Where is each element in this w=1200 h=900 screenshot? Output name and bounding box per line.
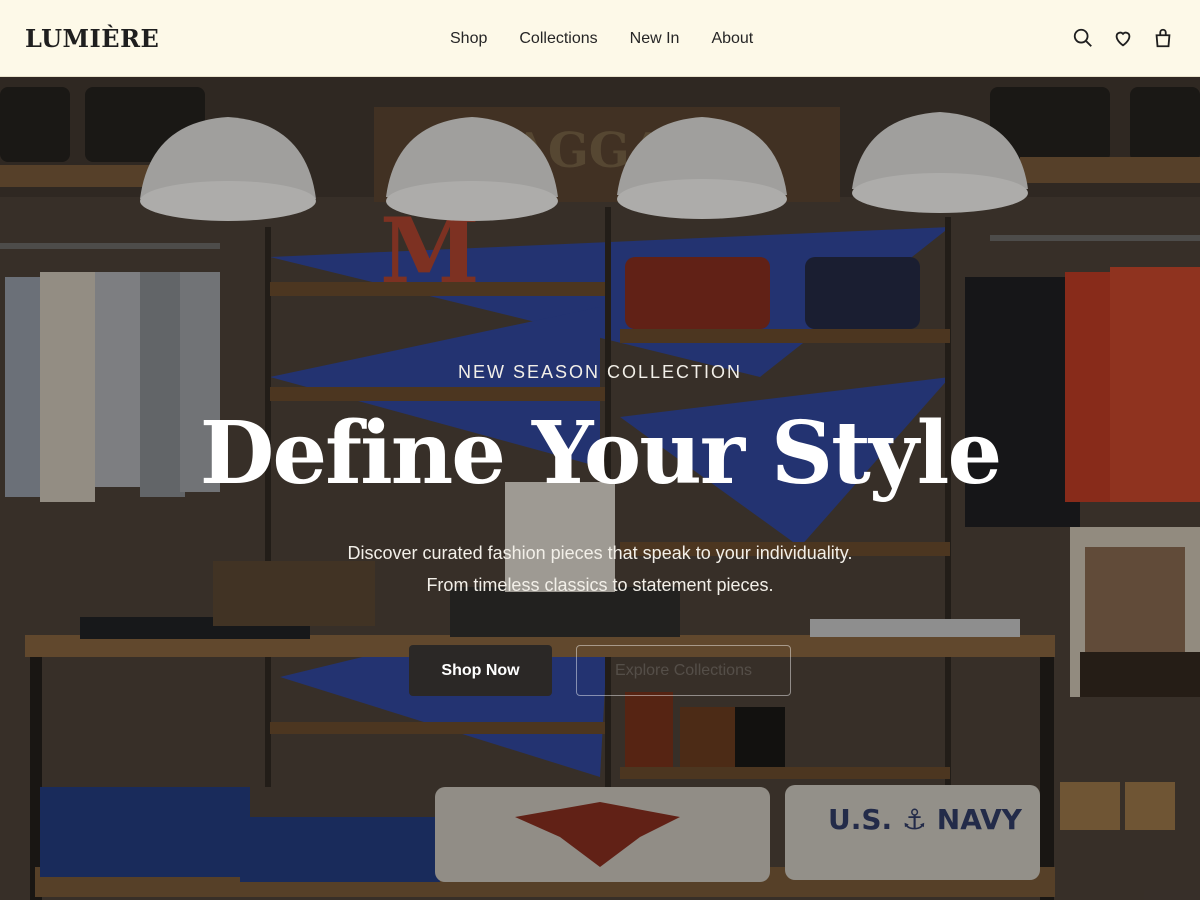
search-icon[interactable] (1072, 27, 1094, 49)
hero-eyebrow: NEW SEASON COLLECTION (457, 362, 743, 382)
hero-subtitle: Discover curated fashion pieces that spe… (0, 537, 1200, 601)
nav-new-in[interactable]: New In (630, 30, 680, 48)
site-header: LUMIÈRE Shop Collections New In About (0, 0, 1200, 77)
bag-icon[interactable] (1152, 27, 1174, 49)
hero-headline: Define Your Style (199, 403, 1002, 504)
hero-section: BAGGAGE M U.S. ⚓ NAVY NEW SEASON COLLECT… (0, 77, 1200, 900)
nav-collections[interactable]: Collections (519, 30, 597, 48)
shop-now-button[interactable]: Shop Now (409, 645, 552, 696)
brand-logo[interactable]: LUMIÈRE (25, 24, 159, 53)
hero-subtitle-line-1: Discover curated fashion pieces that spe… (347, 543, 853, 563)
header-actions (1072, 27, 1174, 49)
explore-collections-button[interactable]: Explore Collections (576, 645, 791, 696)
heart-icon[interactable] (1112, 27, 1134, 49)
nav-about[interactable]: About (711, 30, 753, 48)
hero-subtitle-line-2: From timeless classics to statement piec… (426, 575, 774, 595)
hero-content: NEW SEASON COLLECTION Define Your Style … (0, 77, 1200, 900)
nav-shop[interactable]: Shop (450, 30, 487, 48)
main-nav: Shop Collections New In About (450, 0, 785, 77)
